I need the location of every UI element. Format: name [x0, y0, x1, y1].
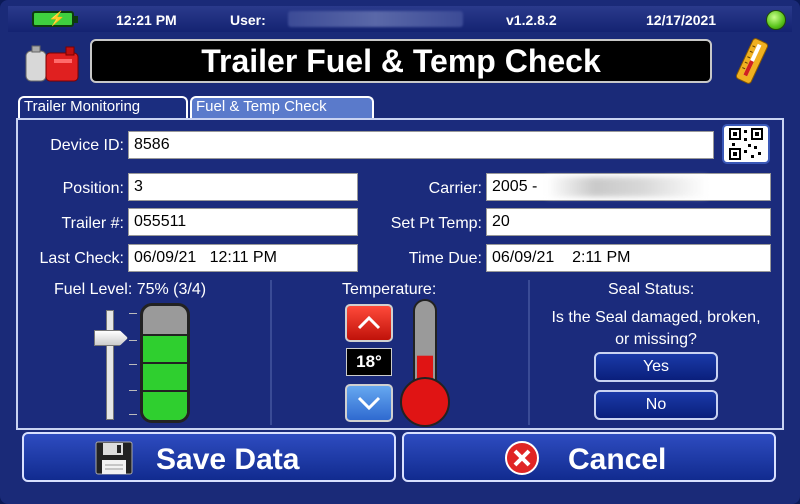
chevron-down-icon [357, 396, 381, 411]
seal-yes-button[interactable]: Yes [594, 352, 718, 382]
status-bar: ⚡ 12:21 PM User: v1.2.8.2 12/17/2021 [8, 6, 792, 32]
device-id-label: Device ID: [50, 137, 124, 154]
cancel-button[interactable]: Cancel [402, 432, 776, 482]
last-check-field[interactable]: 06/09/21 12:11 PM [128, 244, 358, 272]
time-due-field[interactable]: 06/09/21 2:11 PM [486, 244, 771, 272]
carrier-field[interactable]: 2005 - [486, 173, 771, 201]
slider-tick [129, 390, 137, 391]
carrier-value: 2005 - [492, 178, 538, 195]
user-name-redacted [288, 11, 463, 27]
qr-scan-button[interactable] [722, 124, 770, 164]
tab-fuel-temp-check[interactable]: Fuel & Temp Check [190, 96, 374, 118]
set-pt-temp-label: Set Pt Temp: [390, 215, 482, 232]
status-version: v1.2.8.2 [506, 12, 557, 28]
trailer-field[interactable]: 055511 [128, 208, 358, 236]
seal-no-button[interactable]: No [594, 390, 718, 420]
fuel-gauge-divider [143, 390, 187, 392]
position-field[interactable]: 3 [128, 173, 358, 201]
chevron-up-icon [357, 315, 381, 330]
section-divider [528, 280, 530, 425]
floppy-disk-icon [95, 441, 133, 475]
status-date: 12/17/2021 [646, 12, 717, 28]
connection-status-icon [766, 10, 786, 30]
title-bar: Trailer Fuel & Temp Check [8, 35, 792, 87]
battery-icon: ⚡ [32, 10, 78, 27]
temperature-label: Temperature: [342, 281, 437, 298]
fuel-gauge-divider [143, 362, 187, 364]
set-pt-temp-field[interactable]: 20 [486, 208, 771, 236]
carrier-name-redacted [547, 177, 707, 197]
fuel-level-label: Fuel Level: 75% (3/4) [54, 281, 207, 298]
section-divider [270, 280, 272, 425]
fuel-gauge-divider [143, 334, 187, 336]
temp-increase-button[interactable] [345, 304, 393, 342]
cancel-label: Cancel [568, 443, 667, 476]
trailer-label: Trailer #: [61, 215, 124, 232]
seal-question: Is the Seal damaged, broken, or missing? [551, 309, 761, 348]
app-window: ⚡ 12:21 PM User: v1.2.8.2 12/17/2021 Tra… [0, 0, 800, 504]
fuel-tank-icon [25, 45, 79, 82]
temperature-gauge [400, 299, 450, 427]
save-data-label: Save Data [156, 443, 300, 476]
slider-tick [129, 313, 137, 314]
seal-status-label: Seal Status: [608, 281, 695, 298]
thermometer-icon [735, 38, 769, 84]
position-label: Position: [62, 180, 124, 197]
fuel-slider-track[interactable] [106, 310, 114, 420]
last-check-label: Last Check: [39, 250, 124, 267]
temp-decrease-button[interactable] [345, 384, 393, 422]
save-data-button[interactable]: Save Data [22, 432, 396, 482]
slider-tick [129, 364, 137, 365]
page-title: Trailer Fuel & Temp Check [90, 39, 712, 83]
slider-tick [129, 414, 137, 415]
fuel-gauge-fill [143, 334, 187, 420]
status-user-label: User: [230, 12, 266, 28]
device-id-field[interactable]: 8586 [128, 131, 714, 159]
close-icon [505, 441, 539, 475]
tab-trailer-monitoring[interactable]: Trailer Monitoring [18, 96, 188, 118]
qr-code-icon [729, 128, 763, 160]
fuel-gauge [140, 303, 190, 423]
time-due-label: Time Due: [408, 250, 482, 267]
temperature-value: 18° [346, 348, 392, 376]
status-time: 12:21 PM [116, 12, 177, 28]
slider-tick [129, 340, 137, 341]
carrier-label: Carrier: [428, 180, 482, 197]
